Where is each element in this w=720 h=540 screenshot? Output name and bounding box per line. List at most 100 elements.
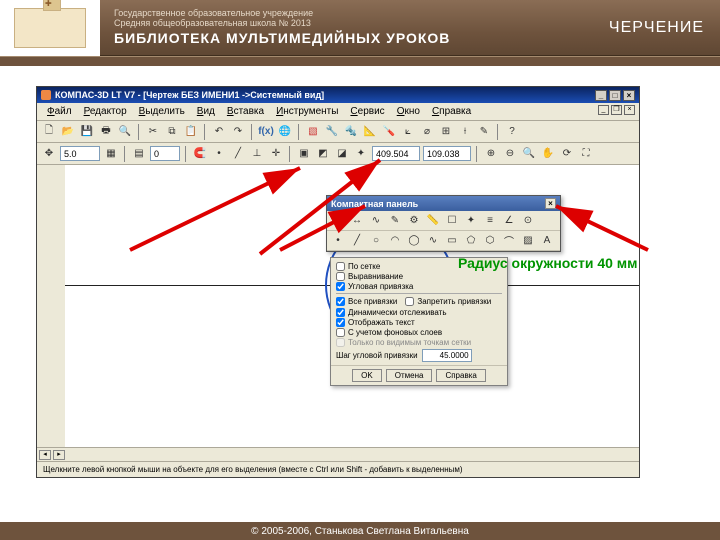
dlg-cancel-button[interactable]: Отмена — [386, 369, 433, 382]
paste-icon[interactable]: 📋 — [183, 124, 199, 140]
coords-icon[interactable]: ✦ — [353, 146, 369, 162]
cut-icon[interactable]: ✂ — [145, 124, 161, 140]
compact-panel[interactable]: Компактная панель × ↖ ↔ ∿ ✎ ⚙ 📏 ☐ ✦ ≡ ∠ … — [326, 195, 561, 252]
variables-icon[interactable]: 🌐 — [277, 124, 293, 140]
cp-assoc-icon[interactable]: ✦ — [463, 213, 479, 229]
cp-fillet-icon[interactable]: ⌒ — [501, 233, 517, 249]
tab-prev[interactable]: ◂ — [39, 450, 51, 460]
step-value-input[interactable] — [422, 349, 472, 362]
open-icon[interactable]: 📂 — [60, 124, 76, 140]
xy-icon[interactable]: ✛ — [268, 146, 284, 162]
maximize-button[interactable]: □ — [609, 90, 621, 101]
cp-edit-icon[interactable]: ✎ — [387, 213, 403, 229]
fx-icon[interactable]: f(x) — [258, 124, 274, 140]
vtb-hatch-icon[interactable]: ▨ — [39, 307, 57, 325]
snap-magnet-icon[interactable]: 🧲 — [192, 146, 208, 162]
chk-dynamic[interactable]: Динамически отслеживать — [336, 308, 502, 317]
vtb-rect-icon[interactable]: ▭ — [39, 207, 57, 225]
chk-text[interactable]: Отображать текст — [336, 318, 502, 327]
cp-sym-icon[interactable]: ∿ — [368, 213, 384, 229]
preview-icon[interactable]: 🔍 — [117, 124, 133, 140]
tab-next[interactable]: ▸ — [53, 450, 65, 460]
cp-spec-icon[interactable]: ≡ — [482, 213, 498, 229]
vtb-dim-icon[interactable]: ↔ — [39, 287, 57, 305]
layer-icon[interactable]: ▤ — [131, 146, 147, 162]
snap-dialog[interactable]: По сетке Выравнивание Угловая привязка В… — [330, 257, 508, 386]
new-icon[interactable]: 🗋 — [41, 124, 57, 140]
cp-x2-icon[interactable]: ⊙ — [520, 213, 536, 229]
view-b-icon[interactable]: ◪ — [334, 146, 350, 162]
cp-geom-icon[interactable]: ↖ — [330, 213, 346, 229]
cp-line2-icon[interactable]: ╱ — [349, 233, 365, 249]
dlg-ok-button[interactable]: OK — [352, 369, 382, 382]
menu-file[interactable]: Файл — [41, 106, 78, 117]
cp-ellipse-icon[interactable]: ◯ — [406, 233, 422, 249]
cp-ngon-icon[interactable]: ⬡ — [482, 233, 498, 249]
print-icon[interactable]: 🖶 — [98, 124, 114, 140]
coord-y-input[interactable] — [423, 146, 471, 161]
grid-icon[interactable]: ▦ — [103, 146, 119, 162]
cp-arc2-icon[interactable]: ◠ — [387, 233, 403, 249]
copy-icon[interactable]: ⧉ — [164, 124, 180, 140]
zoom-out-icon[interactable]: ⊖ — [502, 146, 518, 162]
tool-c-icon[interactable]: 🔩 — [343, 124, 359, 140]
vtb-circle-icon[interactable]: ○ — [39, 227, 57, 245]
coord-x-input[interactable] — [372, 146, 420, 161]
full-icon[interactable]: ⛶ — [578, 146, 594, 162]
save-icon[interactable]: 💾 — [79, 124, 95, 140]
compact-close-button[interactable]: × — [545, 198, 556, 209]
vtb-text-icon[interactable]: A — [39, 267, 57, 285]
minimize-button[interactable]: _ — [595, 90, 607, 101]
cp-hatch2-icon[interactable]: ▨ — [520, 233, 536, 249]
zoom-fit-icon[interactable]: ▣ — [296, 146, 312, 162]
snap-point-icon[interactable]: • — [211, 146, 227, 162]
vtb-line-icon[interactable]: ╲ — [39, 187, 57, 205]
help-icon[interactable]: ? — [504, 124, 520, 140]
cp-param-icon[interactable]: ⚙ — [406, 213, 422, 229]
menu-help[interactable]: Справка — [426, 106, 477, 117]
tool-j-icon[interactable]: ✎ — [476, 124, 492, 140]
cp-dim-icon[interactable]: ↔ — [349, 213, 365, 229]
mdi-minimize[interactable]: _ — [598, 105, 609, 115]
tool-f-icon[interactable]: ⟀ — [400, 124, 416, 140]
tool-d-icon[interactable]: 📐 — [362, 124, 378, 140]
ortho-icon[interactable]: ⊥ — [249, 146, 265, 162]
cp-spline-icon[interactable]: ∿ — [425, 233, 441, 249]
menu-select[interactable]: Выделить — [133, 106, 191, 117]
menu-view[interactable]: Вид — [191, 106, 221, 117]
pan-icon[interactable]: ✋ — [540, 146, 556, 162]
tool-e-icon[interactable]: 🪛 — [381, 124, 397, 140]
redraw-icon[interactable]: ⟳ — [559, 146, 575, 162]
chk-forbid[interactable]: Запретить привязки — [405, 297, 491, 306]
chk-align[interactable]: Выравнивание — [336, 272, 502, 281]
compact-panel-title[interactable]: Компактная панель × — [327, 196, 560, 211]
close-button[interactable]: × — [623, 90, 635, 101]
cp-poly-icon[interactable]: ⬠ — [463, 233, 479, 249]
tool-a-icon[interactable]: ▧ — [305, 124, 321, 140]
cp-circle2-icon[interactable]: ○ — [368, 233, 384, 249]
chk-all[interactable]: Все привязки — [336, 297, 397, 306]
zoom-window-icon[interactable]: 🔍 — [521, 146, 537, 162]
cp-point-icon[interactable]: • — [330, 233, 346, 249]
menu-tools[interactable]: Инструменты — [270, 106, 344, 117]
menu-insert[interactable]: Вставка — [221, 106, 270, 117]
menu-window[interactable]: Окно — [391, 106, 426, 117]
chk-angle[interactable]: Угловая привязка — [336, 282, 502, 291]
chk-bg[interactable]: С учетом фоновых слоев — [336, 328, 502, 337]
cp-rect2-icon[interactable]: ▭ — [444, 233, 460, 249]
tool-i-icon[interactable]: ⟊ — [457, 124, 473, 140]
step-input[interactable] — [60, 146, 100, 161]
layer-input[interactable] — [150, 146, 180, 161]
dlg-help-button[interactable]: Справка — [436, 369, 485, 382]
titlebar[interactable]: КОМПАС-3D LT V7 - [Чертеж БЕЗ ИМЕНИ1 ->С… — [37, 87, 639, 103]
undo-icon[interactable]: ↶ — [211, 124, 227, 140]
vtb-arc-icon[interactable]: ◠ — [39, 247, 57, 265]
snap-line-icon[interactable]: ╱ — [230, 146, 246, 162]
tool-b-icon[interactable]: 🔧 — [324, 124, 340, 140]
zoom-in-icon[interactable]: ⊕ — [483, 146, 499, 162]
move-icon[interactable]: ✥ — [41, 146, 57, 162]
mdi-close[interactable]: × — [624, 105, 635, 115]
menu-service[interactable]: Сервис — [344, 106, 390, 117]
cp-meas-icon[interactable]: 📏 — [425, 213, 441, 229]
redo-icon[interactable]: ↷ — [230, 124, 246, 140]
